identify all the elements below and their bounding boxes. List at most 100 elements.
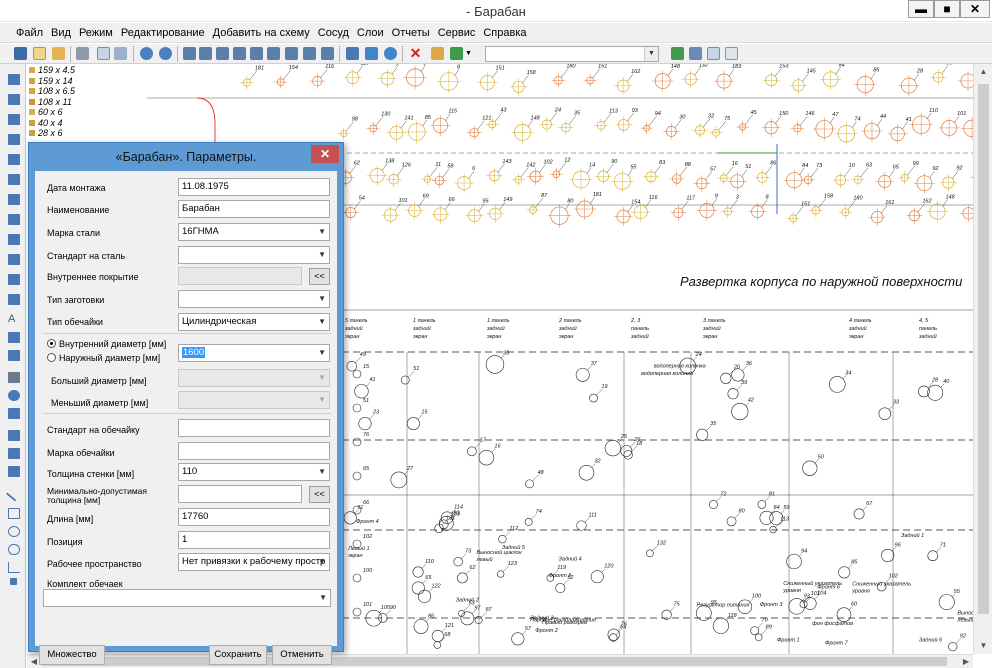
rectangle-draw-icon[interactable] bbox=[8, 508, 20, 519]
export-icon[interactable] bbox=[450, 47, 463, 60]
table-tool-icon[interactable] bbox=[8, 430, 20, 441]
point-draw-icon[interactable] bbox=[10, 578, 17, 585]
minimize-button[interactable]: ▬ bbox=[908, 0, 934, 18]
select-tool-3-icon[interactable] bbox=[216, 47, 229, 60]
frame-tool-icon[interactable] bbox=[8, 372, 20, 383]
save-button[interactable]: Сохранить bbox=[209, 645, 267, 665]
steel-grade-select[interactable]: 16ГНМА ▼ bbox=[178, 223, 330, 241]
layer-add-icon[interactable] bbox=[671, 47, 684, 60]
scroll-up-icon[interactable]: ▲ bbox=[974, 64, 992, 80]
inner-diameter-radio[interactable]: Внутренний диаметр [мм] bbox=[47, 339, 166, 349]
length-input[interactable]: 17760 bbox=[178, 508, 330, 526]
vertical-scroll-thumb[interactable] bbox=[978, 84, 989, 614]
install-date-input[interactable]: 11.08.1975 bbox=[178, 178, 330, 196]
menu-reports[interactable]: Отчеты bbox=[388, 23, 434, 42]
tee-tool-icon[interactable] bbox=[8, 154, 20, 165]
valve-tool-icon[interactable] bbox=[8, 214, 20, 225]
wall-thickness-select[interactable]: 110 ▼ bbox=[178, 463, 330, 481]
layers-icon[interactable] bbox=[689, 47, 702, 60]
menu-layers[interactable]: Слои bbox=[353, 23, 388, 42]
shell-type-select[interactable]: Цилиндрическая ▼ bbox=[178, 313, 330, 331]
select-tool-5-icon[interactable] bbox=[250, 47, 263, 60]
properties-icon[interactable] bbox=[431, 47, 444, 60]
scroll-right-icon[interactable]: ▶ bbox=[959, 655, 973, 668]
link-icon[interactable] bbox=[346, 47, 359, 60]
select-tool-8-icon[interactable] bbox=[303, 47, 316, 60]
menu-edit[interactable]: Редактирование bbox=[117, 23, 209, 42]
dimension-tool-icon[interactable] bbox=[8, 332, 20, 343]
layer-item[interactable]: 108 x 6.5 bbox=[29, 86, 75, 96]
menu-file[interactable]: Файл bbox=[12, 23, 47, 42]
shell-standard-input[interactable] bbox=[178, 419, 330, 437]
delete-icon[interactable]: ✕ bbox=[409, 46, 422, 60]
undo-icon[interactable] bbox=[140, 47, 153, 60]
target-tool-icon[interactable] bbox=[8, 390, 20, 401]
layer-combo[interactable]: ▼ bbox=[485, 46, 659, 62]
min-thickness-browse-button[interactable]: << bbox=[309, 486, 330, 503]
scroll-down-icon[interactable]: ▼ bbox=[974, 638, 992, 654]
nozzle-tool-icon[interactable] bbox=[8, 294, 20, 305]
many-button[interactable]: Множество bbox=[39, 645, 105, 665]
vertical-scrollbar[interactable]: ▲ ▼ bbox=[973, 64, 992, 654]
copy-icon[interactable] bbox=[97, 47, 110, 60]
ellipse-draw-icon[interactable] bbox=[8, 544, 20, 555]
select-tool-9-icon[interactable] bbox=[321, 47, 334, 60]
menu-view[interactable]: Вид bbox=[47, 23, 75, 42]
circle-draw-icon[interactable] bbox=[8, 526, 20, 537]
reducer-tool-icon[interactable] bbox=[8, 174, 20, 185]
print-icon[interactable] bbox=[76, 47, 89, 60]
layer-item[interactable]: 159 x 14 bbox=[29, 76, 73, 86]
move-icon[interactable] bbox=[365, 47, 378, 60]
save-icon[interactable] bbox=[14, 47, 27, 60]
lightning-tool-icon[interactable] bbox=[8, 408, 20, 419]
redo-icon[interactable] bbox=[159, 47, 172, 60]
select-tool-4-icon[interactable] bbox=[233, 47, 246, 60]
shell-grade-input[interactable] bbox=[178, 442, 330, 460]
menu-help[interactable]: Справка bbox=[479, 23, 530, 42]
diameter-select[interactable]: 1600 ▼ bbox=[178, 344, 330, 362]
arc-tool-icon[interactable] bbox=[8, 94, 20, 105]
outer-diameter-radio[interactable]: Наружный диаметр [мм] bbox=[47, 353, 160, 363]
flange-tool-icon[interactable] bbox=[8, 194, 20, 205]
line-draw-icon[interactable] bbox=[5, 485, 23, 502]
blank-type-select[interactable]: ▼ bbox=[178, 290, 330, 308]
layer-item[interactable]: 108 x 11 bbox=[29, 97, 72, 107]
text-tool-icon[interactable]: A bbox=[8, 314, 20, 325]
open-icon[interactable] bbox=[52, 47, 65, 60]
chevron-down-icon[interactable]: ▼ bbox=[465, 47, 473, 60]
layer-copy-icon[interactable] bbox=[707, 47, 720, 60]
grid-tool-icon[interactable] bbox=[8, 448, 20, 459]
menu-vessel[interactable]: Сосуд bbox=[314, 23, 353, 42]
layer-item[interactable]: 28 x 6 bbox=[29, 128, 63, 138]
cancel-button[interactable]: Отменить bbox=[272, 645, 332, 665]
layer-item[interactable]: 40 x 4 bbox=[29, 118, 63, 128]
horizontal-scroll-thumb[interactable] bbox=[42, 657, 947, 666]
support-tool-icon[interactable] bbox=[8, 274, 20, 285]
horizontal-scrollbar[interactable]: ◀ ▶ bbox=[27, 654, 973, 668]
cap-tool-icon[interactable] bbox=[8, 254, 20, 265]
rect-tool-icon[interactable] bbox=[8, 74, 20, 85]
new-icon[interactable] bbox=[33, 47, 46, 60]
zoom-icon[interactable] bbox=[384, 47, 397, 60]
select-tool-7-icon[interactable] bbox=[285, 47, 298, 60]
polyline-draw-icon[interactable] bbox=[8, 562, 20, 573]
select-tool-2-icon[interactable] bbox=[199, 47, 212, 60]
workspace-select[interactable]: Нет привязки к рабочему простр ▼ bbox=[178, 553, 330, 571]
select-tool-6-icon[interactable] bbox=[267, 47, 280, 60]
menu-service[interactable]: Сервис bbox=[434, 23, 480, 42]
steel-standard-select[interactable]: ▼ bbox=[178, 246, 330, 264]
dialog-close-button[interactable]: ✕ bbox=[311, 145, 339, 163]
menu-mode[interactable]: Режим bbox=[75, 23, 117, 42]
layer-item[interactable]: 60 x 6 bbox=[29, 107, 63, 117]
inner-coating-browse-button[interactable]: << bbox=[309, 268, 330, 285]
bend-tool-icon[interactable] bbox=[8, 134, 20, 145]
panel-tool-icon[interactable] bbox=[8, 466, 20, 477]
pipe-tool-icon[interactable] bbox=[8, 114, 20, 125]
paste-icon[interactable] bbox=[114, 47, 127, 60]
weld-tool-icon[interactable] bbox=[8, 234, 20, 245]
position-input[interactable]: 1 bbox=[178, 531, 330, 549]
line-tool-icon[interactable] bbox=[8, 350, 20, 361]
menu-add-to-scheme[interactable]: Добавить на схему bbox=[209, 23, 314, 42]
shell-set-select[interactable]: ▼ bbox=[43, 589, 331, 607]
layer-page-icon[interactable] bbox=[725, 47, 738, 60]
